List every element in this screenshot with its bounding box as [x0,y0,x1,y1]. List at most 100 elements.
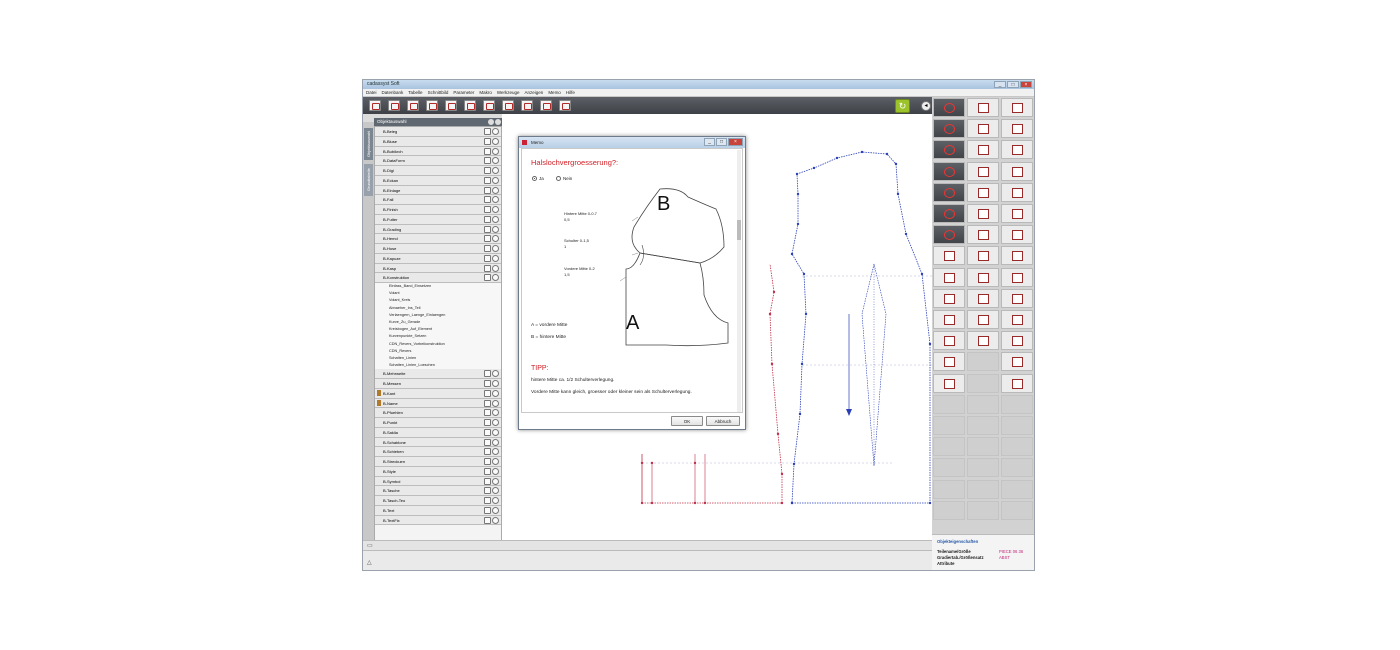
expand-icon[interactable] [484,137,491,145]
expand-icon[interactable] [484,458,491,465]
toggle-icon[interactable] [492,419,499,426]
tree-item[interactable]: B-Digi [375,166,501,176]
toggle-icon[interactable] [492,225,499,233]
tool-button[interactable] [1001,246,1033,266]
expand-icon[interactable] [484,399,491,407]
tool-button[interactable] [933,140,965,160]
expand-icon[interactable] [484,487,491,495]
toggle-icon[interactable] [492,186,499,194]
toggle-icon[interactable] [492,157,499,165]
prop-value[interactable]: PIECE 06 36 [999,549,1023,554]
toggle-icon[interactable] [492,128,499,135]
tool-button[interactable] [967,161,999,181]
expand-icon[interactable] [484,409,491,417]
tree-item[interactable]: B-Bluse [375,136,501,147]
tool-button[interactable] [933,288,965,308]
toggle-icon[interactable] [492,206,499,213]
tree-subitem[interactable]: Schatten_Linien_Loeschen [375,362,501,370]
expand-icon[interactable] [484,167,491,174]
expand-icon[interactable] [484,506,491,514]
tree-subitem[interactable]: Volant_Kreis [375,297,501,305]
close-button[interactable]: × [1020,81,1032,88]
tool-button[interactable] [967,267,999,287]
tool-button[interactable] [933,119,965,139]
radio-no[interactable]: Nein [556,176,572,181]
expand-icon[interactable] [484,176,491,184]
expand-icon[interactable] [484,389,491,397]
side-tab-objektauswahl[interactable]: Objektauswahl [364,128,373,160]
cut-icon[interactable] [407,100,419,111]
table-icon[interactable] [521,100,533,111]
expand-icon[interactable] [484,428,491,436]
tree-item[interactable]: B-Messen [375,379,501,389]
tree-item[interactable]: B-Saklia [375,427,501,438]
expand-icon[interactable] [484,477,491,485]
tree-item[interactable]: B-Hose [375,244,501,254]
tree-item[interactable]: B-Futter [375,214,501,225]
toggle-icon[interactable] [492,477,499,485]
tool-button[interactable] [967,225,999,245]
toggle-icon[interactable] [492,137,499,145]
tree-item[interactable]: B-Style [375,466,501,477]
menu-item[interactable]: Datenbank [382,89,404,96]
expand-icon[interactable] [484,196,491,204]
tool-button[interactable] [1001,331,1033,351]
side-tab-grundtabelle[interactable]: Grundtabelle [364,164,373,196]
save-icon[interactable] [388,100,400,111]
copy-icon[interactable] [426,100,438,111]
expand-icon[interactable] [484,516,491,524]
expand-icon[interactable] [484,274,491,282]
tree-item[interactable]: B-Einlage [375,185,501,196]
toggle-icon[interactable] [492,458,499,465]
tree-item[interactable]: B-Hemd [375,234,501,244]
expand-icon[interactable] [484,438,491,446]
tool-button[interactable] [967,119,999,139]
tree-item[interactable]: B-Pfuehlen [375,408,501,418]
menu-item[interactable]: Tabelle [408,89,422,96]
toggle-icon[interactable] [492,380,499,387]
menu-item[interactable]: Hilfe [566,89,575,96]
dialog-close-button[interactable]: × [728,138,743,146]
layer-icon[interactable] [483,100,495,111]
tool-button[interactable] [1001,182,1033,202]
toggle-icon[interactable] [492,506,499,514]
expand-icon[interactable] [484,467,491,475]
tree-item[interactable]: B-Fall [375,195,501,205]
toggle-icon[interactable] [492,235,499,243]
radio-yes[interactable]: Ja [532,176,544,181]
toggle-icon[interactable] [492,147,499,155]
measure-icon[interactable] [559,100,571,111]
export-icon[interactable] [540,100,552,111]
maximize-button[interactable]: □ [1007,81,1019,88]
piece-icon[interactable] [502,100,514,111]
prop-value[interactable]: ABST [999,555,1010,560]
tree-item[interactable]: B-Kapuze [375,253,501,264]
toggle-icon[interactable] [492,264,499,272]
tree-item[interactable]: B-Schieben [375,447,501,457]
expand-icon[interactable] [484,497,491,504]
toggle-icon[interactable] [492,176,499,184]
tree-item[interactable]: B-Konstruktion [375,273,501,283]
tool-button[interactable] [1001,225,1033,245]
menu-item[interactable]: Parameter [453,89,474,96]
expand-icon[interactable] [484,235,491,243]
tool-button[interactable] [933,246,965,266]
toggle-icon[interactable] [492,487,499,495]
toggle-icon[interactable] [492,389,499,397]
tool-button[interactable] [933,352,965,372]
cancel-button[interactable]: Abbruch [706,416,740,426]
tree-item[interactable]: B-Text [375,505,501,516]
tree-subitem[interactable]: CDN_Revers [375,347,501,355]
tree-item[interactable]: B-Finish [375,205,501,215]
tool-button[interactable] [967,140,999,160]
tool-button[interactable] [1001,161,1033,181]
dialog-maximize-button[interactable]: □ [716,138,727,146]
toggle-icon[interactable] [492,215,499,223]
expand-icon[interactable] [484,206,491,213]
expand-icon[interactable] [484,215,491,223]
info-icon[interactable]: ◂ [921,101,931,111]
tree-subitem[interactable]: Volant [375,290,501,298]
tree-subitem[interactable]: Verlaengern_Laenge_Einlaengen [375,311,501,319]
tool-button[interactable] [1001,310,1033,329]
tree-item[interactable]: B-Mehrweite [375,369,501,379]
